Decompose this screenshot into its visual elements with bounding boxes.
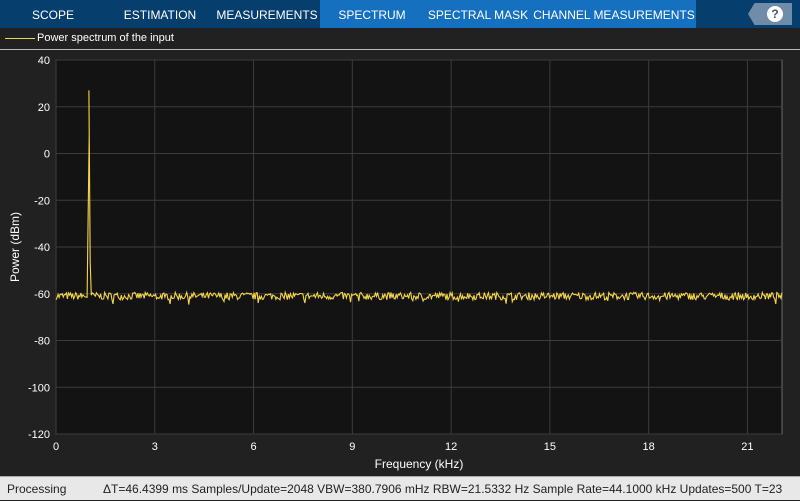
y-tick-label: -60 — [34, 289, 50, 301]
spectrum-plot: 0 3 6 9 12 15 18 21 40 20 0 -20 -40 -60 -80 -100 -120 Fre… — [8, 55, 783, 471]
tab-spectrum[interactable]: SPECTRUM — [320, 0, 424, 28]
legend: Power spectrum of the input — [0, 28, 800, 50]
y-tick-label: 20 — [38, 102, 50, 114]
question-mark-icon: ? — [767, 6, 783, 22]
x-tick-label: 3 — [152, 441, 158, 453]
status-info: ΔT=46.4399 ms Samples/Update=2048 VBW=38… — [103, 482, 783, 496]
status-state: Processing — [7, 482, 67, 496]
x-tick-label: 0 — [53, 441, 59, 453]
x-tick-label: 18 — [643, 441, 655, 453]
x-axis-label: Frequency (kHz) — [375, 457, 464, 471]
y-tick-label: -100 — [28, 382, 50, 394]
y-tick-label: 40 — [38, 55, 50, 67]
y-tick-label: -20 — [34, 195, 50, 207]
legend-swatch — [5, 38, 35, 39]
tab-scope[interactable]: SCOPE — [0, 0, 106, 28]
y-tick-label: -80 — [34, 336, 50, 348]
tab-channel-measurements[interactable]: CHANNEL MEASUREMENTS — [532, 0, 696, 28]
x-tick-label: 9 — [349, 441, 355, 453]
y-tick-label: -120 — [28, 429, 50, 441]
y-tick-label: 0 — [44, 149, 50, 161]
y-axis-label: Power (dBm) — [8, 212, 22, 282]
x-tick-label: 15 — [544, 441, 556, 453]
x-tick-label: 6 — [250, 441, 256, 453]
tab-measurements[interactable]: MEASUREMENTS — [214, 0, 320, 28]
status-bar: Processing ΔT=46.4399 ms Samples/Update=… — [0, 476, 800, 500]
toolstrip-tabs: SCOPE ESTIMATION MEASUREMENTS SPECTRUM S… — [0, 0, 800, 28]
help-button[interactable]: ? — [748, 3, 792, 25]
legend-label[interactable]: Power spectrum of the input — [37, 32, 174, 44]
tab-spectral-mask[interactable]: SPECTRAL MASK — [424, 0, 532, 28]
y-tick-label: -40 — [34, 242, 50, 254]
x-tick-label: 21 — [741, 441, 753, 453]
x-tick-label: 12 — [445, 441, 457, 453]
tab-estimation[interactable]: ESTIMATION — [106, 0, 214, 28]
